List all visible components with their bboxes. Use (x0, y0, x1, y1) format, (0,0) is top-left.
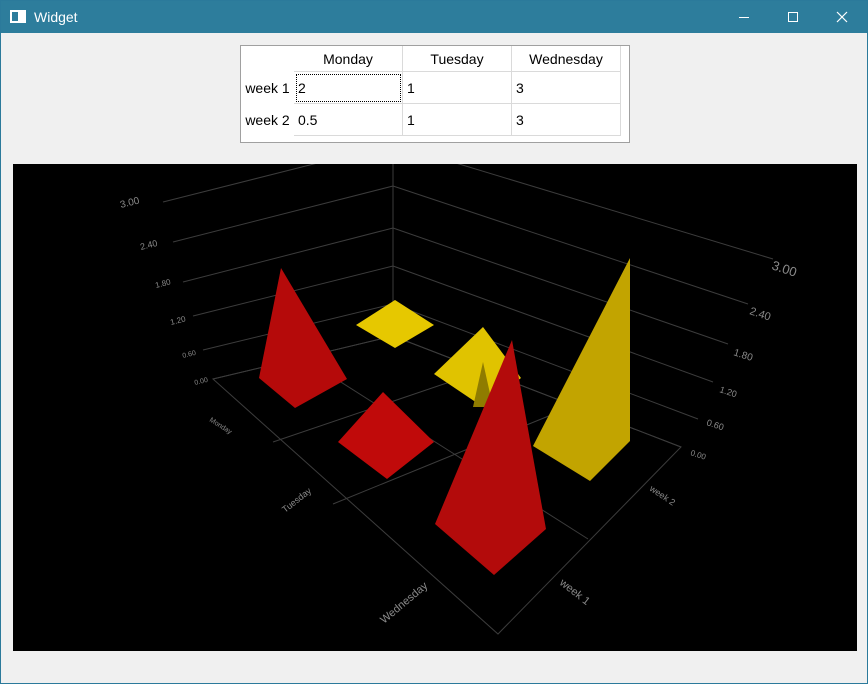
value-tick-left: 1.80 (154, 277, 172, 290)
row-axis-label-week-1: week 1 (556, 576, 592, 608)
table-cell[interactable]: 2 (294, 72, 403, 104)
value-tick-left: 0.60 (182, 350, 197, 360)
value-tick-left: 2.40 (139, 238, 158, 252)
minimize-icon (739, 17, 749, 18)
data-table[interactable]: Monday Tuesday Wednesday week 1 2 1 3 we… (240, 45, 630, 143)
column-header-wednesday[interactable]: Wednesday (512, 46, 621, 72)
maximize-button[interactable] (770, 1, 816, 33)
maximize-icon (788, 12, 798, 22)
app-icon (10, 10, 26, 23)
value-tick-right: 1.80 (732, 347, 754, 364)
column-axis-label-monday: Monday (208, 417, 233, 436)
app-window: Widget Monday Tuesday Wednesday week 1 2… (0, 0, 868, 684)
table-cell[interactable]: 3 (512, 104, 621, 136)
close-button[interactable] (819, 1, 865, 33)
table-cell[interactable]: 1 (403, 72, 512, 104)
value-tick-left: 3.00 (119, 195, 141, 210)
minimize-button[interactable] (721, 1, 767, 33)
row-header-week-2[interactable]: week 2 (241, 104, 294, 136)
value-tick-right: 0.00 (689, 448, 707, 462)
table-cell[interactable]: 3 (512, 72, 621, 104)
table-corner[interactable] (241, 46, 294, 72)
row-header-week-1[interactable]: week 1 (241, 72, 294, 104)
column-header-tuesday[interactable]: Tuesday (403, 46, 512, 72)
bar-monday-week-2[interactable] (356, 300, 434, 348)
value-tick-left: 0.00 (194, 377, 209, 387)
close-icon (836, 11, 848, 23)
chart-canvas[interactable]: 3.00 2.40 1.80 1.20 0.60 0.00 3.00 2.40 … (13, 164, 857, 651)
title-bar[interactable]: Widget (1, 1, 867, 33)
value-tick-left: 1.20 (169, 314, 187, 327)
value-tick-right: 0.60 (705, 417, 725, 432)
bar3d-chart[interactable]: 3.00 2.40 1.80 1.20 0.60 0.00 3.00 2.40 … (13, 164, 857, 651)
table-cell[interactable]: 0.5 (294, 104, 403, 136)
value-axis-left: 3.00 2.40 1.80 1.20 0.60 0.00 (119, 195, 209, 387)
column-axis-label-wednesday: Wednesday (378, 580, 430, 627)
value-tick-right: 2.40 (748, 305, 772, 323)
bar-wednesday-week-2[interactable] (533, 258, 630, 481)
bar-series[interactable] (259, 258, 630, 575)
row-axis: week 2 week 1 (556, 483, 677, 608)
value-tick-right: 1.20 (718, 384, 738, 399)
table-cell[interactable]: 1 (403, 104, 512, 136)
value-axis-right: 3.00 2.40 1.80 1.20 0.60 0.00 (689, 258, 798, 462)
column-header-monday[interactable]: Monday (294, 46, 403, 72)
column-axis-label-tuesday: Tuesday (280, 485, 313, 514)
value-tick-right: 3.00 (770, 258, 799, 280)
window-title: Widget (34, 9, 78, 25)
row-axis-label-week-2: week 2 (647, 483, 677, 508)
bar-tuesday-week-1[interactable] (338, 392, 434, 479)
